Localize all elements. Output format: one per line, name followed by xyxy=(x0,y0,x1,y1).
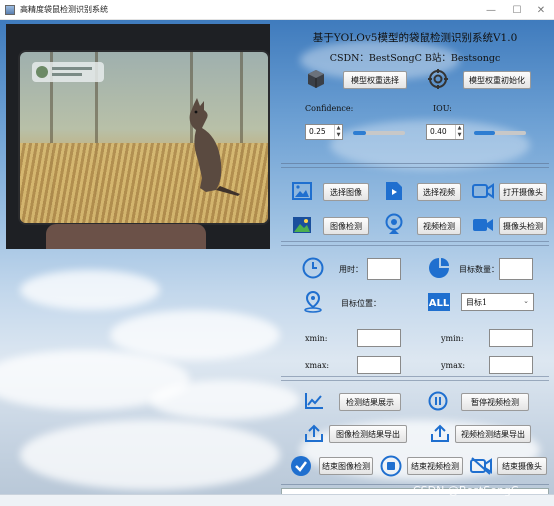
xmax-field xyxy=(357,356,401,374)
xmin-field xyxy=(357,329,401,347)
media-section: 选择图像 选择视频 打开摄像头 图像检测 视频检测 摄像头检测 xyxy=(281,167,549,242)
confidence-spinbox[interactable]: 0.25 ▲ ▼ xyxy=(305,124,343,140)
clock-icon xyxy=(301,256,325,280)
model-weight-init-button[interactable]: 模型权重初始化 xyxy=(463,71,531,89)
stop-image-detect-button[interactable]: 结束图像检测 xyxy=(319,457,373,475)
spin-arrows-icon[interactable]: ▲ ▼ xyxy=(334,125,342,139)
time-label: 用时： xyxy=(339,265,363,274)
iou-slider[interactable] xyxy=(474,131,526,135)
close-button[interactable]: ✕ xyxy=(528,0,554,20)
target-settings-icon xyxy=(427,68,449,90)
all-targets-icon: ALL xyxy=(427,291,451,313)
open-camera-button[interactable]: 打开摄像头 xyxy=(499,183,547,201)
maximize-button[interactable]: ☐ xyxy=(504,0,530,20)
pie-chart-icon xyxy=(427,256,451,280)
hand-holding-phone xyxy=(46,224,206,249)
export-video-result-button[interactable]: 视频检测结果导出 xyxy=(455,425,531,443)
image-detect-button[interactable]: 图像检测 xyxy=(323,217,369,235)
xmax-label: xmax: xyxy=(305,361,330,370)
stop-video-detect-button[interactable]: 结束视频检测 xyxy=(407,457,463,475)
minimize-button[interactable]: — xyxy=(478,0,504,20)
model-weight-select-button[interactable]: 模型权重选择 xyxy=(343,71,407,89)
webcam-icon xyxy=(383,212,405,236)
line-chart-icon xyxy=(303,391,325,411)
check-circle-icon xyxy=(289,454,313,478)
location-pin-icon xyxy=(301,290,325,314)
upload-icon xyxy=(303,422,325,444)
video-detect-button[interactable]: 视频检测 xyxy=(417,217,461,235)
landscape-icon xyxy=(291,214,313,236)
spin-arrows-icon[interactable]: ▲ ▼ xyxy=(455,125,463,139)
camera-off-icon xyxy=(469,454,493,478)
camera-frame-image xyxy=(18,50,270,225)
show-result-button[interactable]: 检测结果展示 xyxy=(339,393,401,411)
app-icon xyxy=(5,4,15,15)
window-title: 高精度袋鼠检测识别系统 xyxy=(20,5,108,14)
chevron-down-icon: ⌄ xyxy=(523,297,529,305)
pause-video-button[interactable]: 暂停视频检测 xyxy=(461,393,529,411)
video-preview xyxy=(6,24,270,249)
target-count-label: 目标数量： xyxy=(459,265,499,274)
cube-icon xyxy=(305,68,327,90)
stop-circle-icon xyxy=(379,454,403,478)
camera-icon xyxy=(471,180,495,202)
ymin-field xyxy=(489,329,533,347)
select-image-button[interactable]: 选择图像 xyxy=(323,183,369,201)
video-file-icon xyxy=(383,180,405,202)
window-titlebar: 高精度袋鼠检测识别系统 — ☐ ✕ xyxy=(0,0,554,20)
confidence-slider-fill xyxy=(353,131,366,135)
upload-icon xyxy=(429,422,451,444)
export-image-result-button[interactable]: 图像检测结果导出 xyxy=(329,425,407,443)
confidence-slider[interactable] xyxy=(353,131,405,135)
pause-icon xyxy=(427,390,449,412)
iou-label: IOU: xyxy=(433,104,452,113)
kangaroo-figure xyxy=(189,98,240,196)
camera-detect-button[interactable]: 摄像头检测 xyxy=(499,217,547,235)
stop-camera-button[interactable]: 结束摄像头 xyxy=(497,457,547,475)
watermark-text: CSDN @BestSongC xyxy=(413,484,519,497)
xmin-label: xmin: xyxy=(305,334,328,343)
action-section: 检测结果展示 暂停视频检测 图像检测结果导出 视频检测结果导出 结束图像检测 结… xyxy=(281,380,549,485)
svg-text:ALL: ALL xyxy=(429,298,450,309)
control-panel: 基于YOLOv5模型的袋鼠检测识别系统V1.0 CSDN：BestSongC B… xyxy=(281,20,551,506)
target-count-field xyxy=(499,258,533,280)
ymax-field xyxy=(489,356,533,374)
author-info: CSDN：BestSongC B站：Bestsongc xyxy=(329,53,501,64)
iou-slider-fill xyxy=(474,131,495,135)
iou-spinbox[interactable]: 0.40 ▲ ▼ xyxy=(426,124,464,140)
image-icon xyxy=(291,180,313,202)
confidence-label: Confidence: xyxy=(305,104,354,113)
model-section: 基于YOLOv5模型的袋鼠检测识别系统V1.0 CSDN：BestSongC B… xyxy=(281,22,549,164)
ymin-label: ymin: xyxy=(441,334,464,343)
target-position-label: 目标位置： xyxy=(341,299,381,308)
result-section: 用时： 目标数量： 目标位置： ALL 目标1 ⌄ xmin: ymin: xm… xyxy=(281,245,549,377)
target-select-dropdown[interactable]: 目标1 ⌄ xyxy=(461,293,534,311)
video-camera-icon xyxy=(471,214,495,236)
ymax-label: ymax: xyxy=(441,361,466,370)
app-heading: 基于YOLOv5模型的袋鼠检测识别系统V1.0 xyxy=(312,32,518,44)
select-video-button[interactable]: 选择视频 xyxy=(417,183,461,201)
time-field xyxy=(367,258,401,280)
